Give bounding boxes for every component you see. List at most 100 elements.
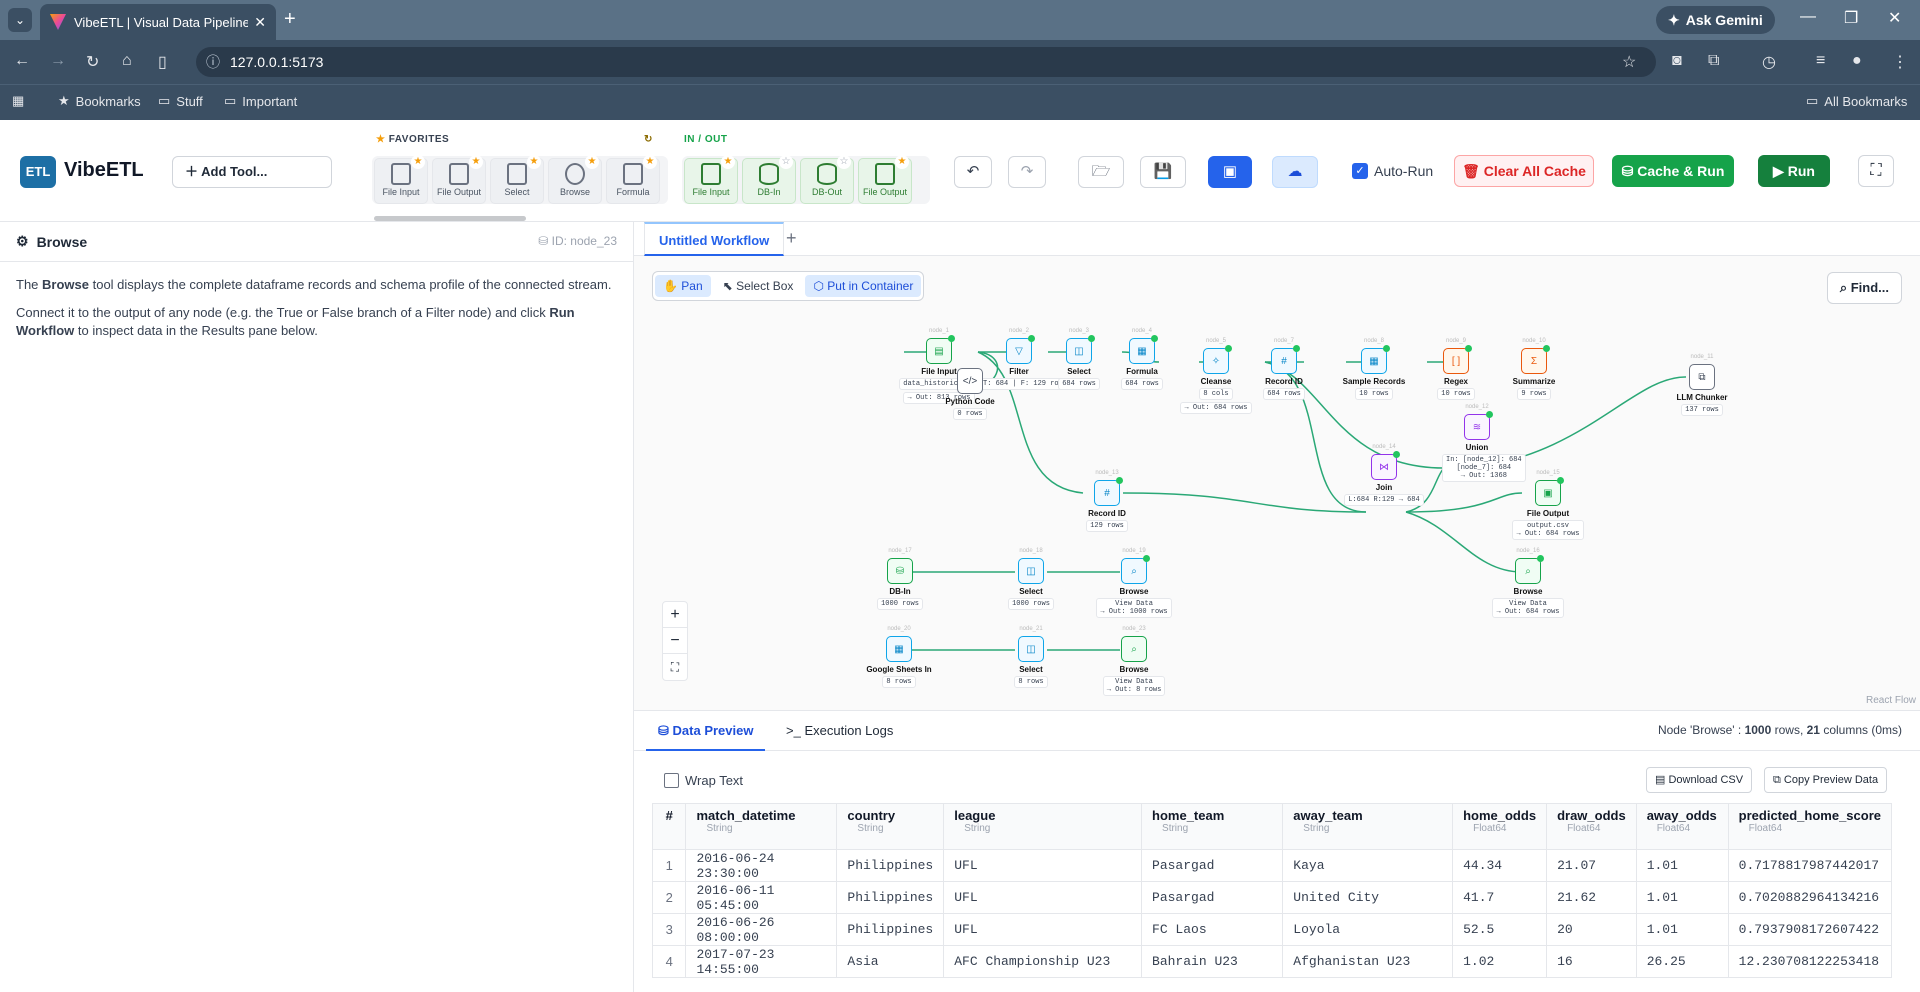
all-bookmarks[interactable]: ▭ All Bookmarks [1806,93,1907,109]
node-record-id-2[interactable]: node_13 # Record ID 129 rows [1082,470,1132,532]
node-cleanse[interactable]: node_5 ✧ Cleanse 8 cols → Out: 684 rows [1176,338,1256,414]
copy-preview-button[interactable]: ⧉ Copy Preview Data [1764,767,1888,793]
checkbox-checked-icon[interactable]: ✓ [1352,163,1368,179]
bookmark-important[interactable]: ▭ Important [224,93,297,109]
node-python-code[interactable]: </> Python Code 0 rows [940,368,1000,420]
react-flow-attribution[interactable]: React Flow [1866,695,1916,706]
close-tab-icon[interactable]: ✕ [254,14,266,31]
media-icon[interactable]: ≡ [1816,52,1825,70]
star-icon[interactable]: ★ [411,155,425,169]
address-bar[interactable]: ⓘ 127.0.0.1:5173 [196,47,1656,77]
bookmark-stuff[interactable]: ▭ Stuff [158,93,203,109]
palette-scrollbar[interactable] [374,216,526,221]
workflow-canvas[interactable]: ✋ Pan ⬉ Select Box ⬡ Put in Container ⌕ … [634,256,1920,710]
node-file-output[interactable]: node_15 ▣ File Output output.csv → Out: 684 … [1512,470,1584,540]
node-summarize[interactable]: node_10 Σ Summarize 9 rows [1502,338,1566,400]
palette-file-output[interactable]: File Output ★ [432,155,486,204]
column-header[interactable]: home_team String [1141,803,1284,850]
bookmark-star-icon[interactable]: ☆ [1622,52,1636,72]
clear-cache-button[interactable]: 🗑 Clear All Cache [1454,155,1594,187]
column-header[interactable]: league String [943,803,1143,850]
cache-run-button[interactable]: ⛁ Cache & Run [1612,155,1734,187]
column-header[interactable]: match_datetime String [685,803,838,850]
node-browse-3[interactable]: node_23 ⌕ Browse View Data → Out: 8 rows [1098,626,1170,696]
node-record-id[interactable]: node_7 # Record ID 684 rows [1254,338,1314,400]
restore-icon[interactable]: ❐ [1844,8,1858,28]
node-join[interactable]: node_14 ⋈ Join L:684 R:129 → 684 [1340,444,1428,506]
ai-assistant-button[interactable]: ▣ [1208,156,1252,188]
camera-icon[interactable]: ◙ [1672,52,1682,70]
avatar[interactable]: ● [1852,52,1862,70]
column-header[interactable]: away_odds Float64 [1635,803,1729,850]
node-union[interactable]: node_12 ≋ Union In: [node_12]: 684 [node_7]:… [1442,404,1526,482]
cloud-button[interactable]: ☁ [1272,156,1318,188]
palette-select[interactable]: Select ★ [490,155,544,204]
star-icon[interactable]: ★ [527,155,541,169]
auto-run-toggle[interactable]: ✓ Auto-Run [1352,163,1433,179]
node-select-3[interactable]: node_21 ◫ Select 8 rows [1006,626,1056,688]
download-csv-button[interactable]: ▤ Download CSV [1646,767,1753,793]
site-info-icon[interactable]: ⓘ [206,47,220,77]
column-header[interactable]: # [651,803,687,850]
palette-formula[interactable]: Formula ★ [606,155,660,204]
home-icon[interactable]: ⌂ [122,52,132,70]
undo-button[interactable]: ↶ [954,156,992,188]
palette-file-output[interactable]: File Output ★ [858,156,912,204]
palette-file-input[interactable]: File Input ★ [374,155,428,204]
palette-db-in[interactable]: DB-In ☆ [742,156,796,204]
star-outline-icon[interactable]: ☆ [779,156,793,169]
back-icon[interactable]: ← [14,52,30,70]
refresh-icon[interactable]: ↻ [644,134,653,145]
palette-db-out[interactable]: DB-Out ☆ [800,156,854,204]
close-window-icon[interactable]: ✕ [1888,8,1901,28]
node-google-sheets-in[interactable]: node_20 ▦ Google Sheets In 8 rows [856,626,942,688]
node-browse-2[interactable]: node_19 ⌕ Browse View Data → Out: 1000 rows [1094,548,1174,618]
browser-tab[interactable]: VibeETL | Visual Data Pipeline A ✕ [40,4,276,40]
palette-browse[interactable]: Browse ★ [548,155,602,204]
column-header[interactable]: country String [836,803,945,850]
menu-icon[interactable]: ⋮ [1892,52,1908,72]
star-outline-icon[interactable]: ☆ [837,156,851,169]
extensions-icon[interactable]: ⧉ [1708,52,1719,70]
history-icon[interactable]: ◷ [1762,52,1776,72]
fullscreen-button[interactable]: ⛶ [1858,155,1894,187]
checkbox-icon[interactable] [664,773,679,788]
palette-file-input[interactable]: File Input ★ [684,156,738,204]
forward-icon[interactable]: → [50,52,66,70]
reload-icon[interactable]: ↻ [86,52,99,72]
fit-view-button[interactable]: ⛶ [663,654,687,680]
open-button[interactable]: 🗁 [1078,156,1124,188]
star-icon[interactable]: ★ [643,155,657,169]
wrap-text-toggle[interactable]: Wrap Text [664,773,743,788]
zoom-in-button[interactable]: + [663,602,687,628]
save-button[interactable]: 💾 [1140,156,1186,188]
tab-execution-logs[interactable]: >_ Execution Logs [774,711,905,751]
node-browse[interactable]: node_16 ⌕ Browse View Data → Out: 684 rows [1490,548,1566,618]
node-formula[interactable]: node_4 ▦ Formula 684 rows [1114,328,1170,390]
column-header[interactable]: predicted_home_score Float64 [1727,803,1893,850]
star-icon[interactable]: ★ [469,155,483,169]
redo-button[interactable]: ↷ [1008,156,1046,188]
apps-icon[interactable]: ▦ [12,93,24,109]
tab-search-button[interactable]: ⌄ [8,8,32,32]
add-workflow-button[interactable]: + [786,228,797,249]
tab-untitled-workflow[interactable]: Untitled Workflow [644,222,785,256]
node-llm-chunker[interactable]: node_11 ⧉ LLM Chunker 137 rows [1670,354,1734,416]
sidebar-icon[interactable]: ▯ [158,52,167,72]
node-select[interactable]: node_3 ◫ Select 684 rows [1054,328,1104,390]
ask-gemini-button[interactable]: ✦ Ask Gemini [1656,6,1775,34]
run-button[interactable]: ▶ Run [1758,155,1830,187]
node-regex[interactable]: node_9[ ] Regex 10 rows [1426,338,1486,400]
column-header[interactable]: home_odds Float64 [1452,803,1548,850]
bookmark-bookmarks[interactable]: ★ Bookmarks [58,93,141,109]
minimize-icon[interactable]: — [1800,8,1816,26]
tab-data-preview[interactable]: ⛁ Data Preview [646,711,766,751]
node-select-2[interactable]: node_18 ◫ Select 1000 rows [1006,548,1056,610]
column-header[interactable]: draw_odds Float64 [1546,803,1637,850]
node-db-in[interactable]: node_17 ⛁ DB-In 1000 rows [870,548,930,610]
node-sample-records[interactable]: node_8 ▦ Sample Records 10 rows [1334,338,1414,400]
add-tool-button[interactable]: ＋ Add Tool... [172,156,332,188]
star-icon[interactable]: ★ [721,156,735,169]
star-icon[interactable]: ★ [585,155,599,169]
star-icon[interactable]: ★ [895,156,909,169]
